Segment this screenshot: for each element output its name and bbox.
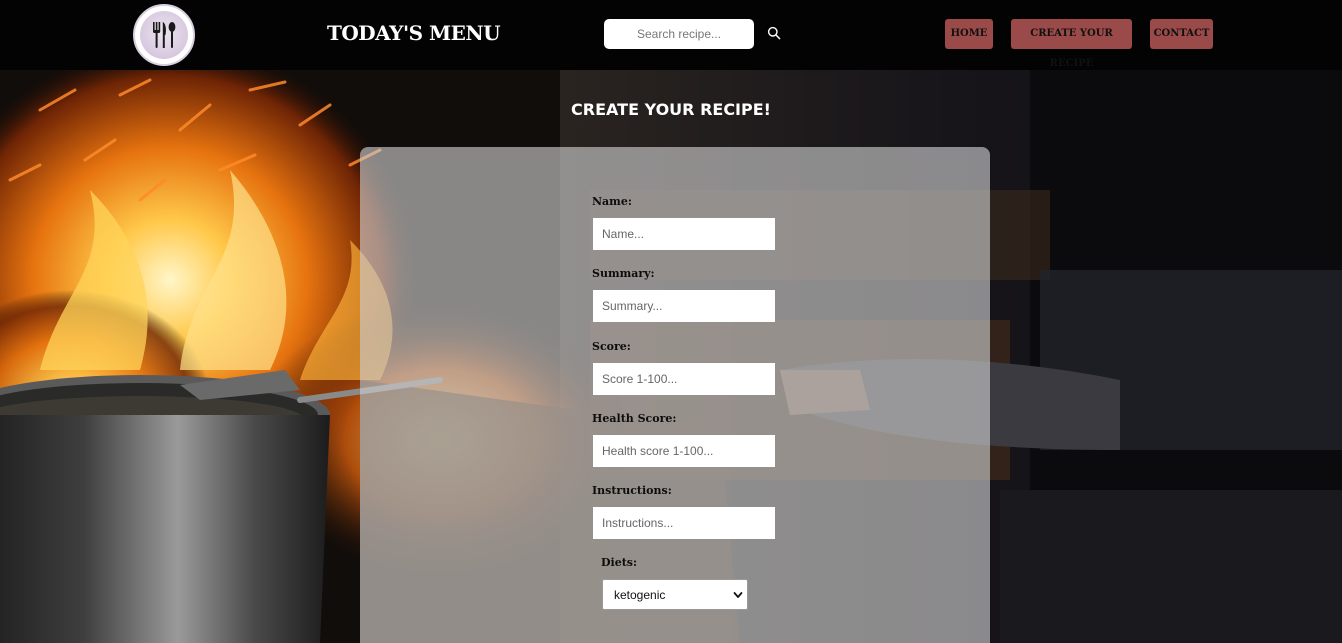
health-score-label: Health Score: xyxy=(592,412,677,425)
brand-title: TODAY'S MENU xyxy=(327,21,501,45)
health-score-input[interactable] xyxy=(593,435,775,467)
page-title: CREATE YOUR RECIPE! xyxy=(571,100,771,119)
nav-create-recipe-button[interactable]: CREATE YOUR RECIPE xyxy=(1011,19,1132,69)
nav-home-button[interactable]: HOME xyxy=(945,19,993,49)
name-label: Name: xyxy=(592,195,632,208)
plate-fork-knife-icon xyxy=(153,22,176,48)
search-input[interactable] xyxy=(604,19,754,49)
logo[interactable] xyxy=(133,4,195,66)
instructions-label: Instructions: xyxy=(592,484,672,497)
diets-select[interactable]: ketogenic xyxy=(602,579,748,610)
instructions-input[interactable] xyxy=(593,507,775,539)
score-label: Score: xyxy=(592,340,631,353)
logo-plate xyxy=(140,11,188,59)
diets-label: Diets: xyxy=(601,556,638,569)
diets-selected-value: ketogenic xyxy=(614,588,666,602)
summary-label: Summary: xyxy=(592,267,655,280)
top-navbar: TODAY'S MENU HOME CREATE YOUR RECIPE CON… xyxy=(0,0,1342,70)
nav-contact-button[interactable]: CONTACT xyxy=(1150,19,1213,49)
name-input[interactable] xyxy=(593,218,775,250)
create-recipe-form: Name: Summary: Score: Health Score: Inst… xyxy=(360,147,990,643)
summary-input[interactable] xyxy=(593,290,775,322)
chevron-down-icon xyxy=(733,592,743,598)
score-input[interactable] xyxy=(593,363,775,395)
search-icon[interactable] xyxy=(767,26,781,40)
